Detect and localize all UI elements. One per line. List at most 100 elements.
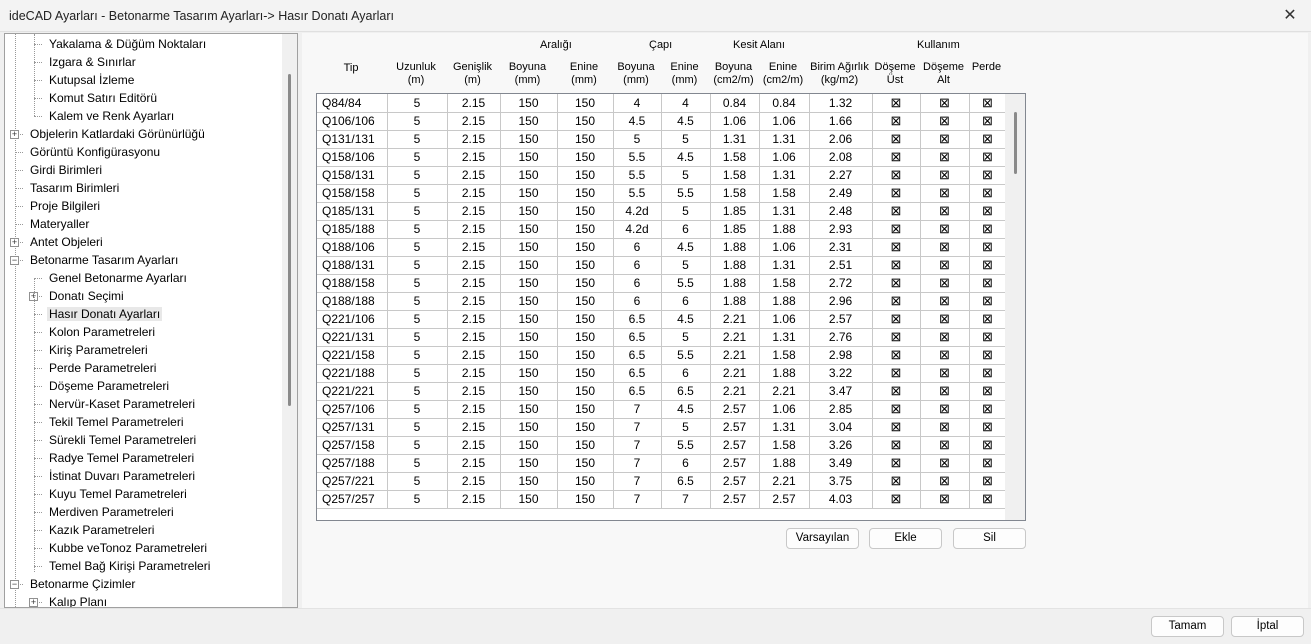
- usage-checkbox-icon[interactable]: ⊠: [872, 490, 921, 509]
- usage-checkbox-icon[interactable]: ⊠: [872, 418, 921, 437]
- tree-item[interactable]: Girdi Birimleri: [28, 161, 104, 179]
- table-row[interactable]: Q188/188 5 2.15 150 150 6 6 1.88 1.88 2.96 ⊠ ⊠ ⊠: [317, 292, 1007, 311]
- table-row[interactable]: Q84/84 5 2.15 150 150 4 4 0.84 0.84 1.32 ⊠ ⊠ ⊠: [317, 94, 1007, 113]
- tree-item[interactable]: Hasır Donatı Ayarları: [47, 305, 163, 323]
- usage-checkbox-icon[interactable]: ⊠: [872, 346, 921, 365]
- tree-item[interactable]: Sürekli Temel Parametreleri: [47, 431, 198, 449]
- usage-checkbox-icon[interactable]: ⊠: [872, 382, 921, 401]
- usage-checkbox-icon[interactable]: ⊠: [969, 220, 1007, 239]
- tree-item[interactable]: Objelerin Katlardaki Görünürlüğü: [28, 125, 207, 143]
- usage-checkbox-icon[interactable]: ⊠: [969, 472, 1007, 491]
- tree-item[interactable]: Kolon Parametreleri: [47, 323, 157, 341]
- table-row[interactable]: Q158/106 5 2.15 150 150 5.5 4.5 1.58 1.06 2.08 ⊠ ⊠ ⊠: [317, 148, 1007, 167]
- tree-scrollbar-thumb[interactable]: [288, 74, 291, 406]
- usage-checkbox-icon[interactable]: ⊠: [920, 328, 970, 347]
- settings-tree[interactable]: Yakalama & Düğüm Noktaları Izgara & Sınır…: [4, 33, 298, 608]
- usage-checkbox-icon[interactable]: ⊠: [969, 418, 1007, 437]
- tree-item[interactable]: Genel Betonarme Ayarları: [47, 269, 189, 287]
- tree-item[interactable]: Döşeme Parametreleri: [47, 377, 171, 395]
- usage-checkbox-icon[interactable]: ⊠: [872, 166, 921, 185]
- usage-checkbox-icon[interactable]: ⊠: [920, 346, 970, 365]
- table-scrollbar[interactable]: [1005, 94, 1025, 520]
- usage-checkbox-icon[interactable]: ⊠: [872, 256, 921, 275]
- usage-checkbox-icon[interactable]: ⊠: [872, 148, 921, 167]
- table-row[interactable]: Q221/158 5 2.15 150 150 6.5 5.5 2.21 1.58 2.98 ⊠ ⊠ ⊠: [317, 346, 1007, 365]
- usage-checkbox-icon[interactable]: ⊠: [920, 184, 970, 203]
- table-row[interactable]: Q158/131 5 2.15 150 150 5.5 5 1.58 1.31 2.27 ⊠ ⊠ ⊠: [317, 166, 1007, 185]
- usage-checkbox-icon[interactable]: ⊠: [969, 256, 1007, 275]
- usage-checkbox-icon[interactable]: ⊠: [872, 472, 921, 491]
- usage-checkbox-icon[interactable]: ⊠: [872, 274, 921, 293]
- tree-item[interactable]: Kiriş Parametreleri: [47, 341, 150, 359]
- usage-checkbox-icon[interactable]: ⊠: [969, 292, 1007, 311]
- table-row[interactable]: Q158/158 5 2.15 150 150 5.5 5.5 1.58 1.58 2.49 ⊠ ⊠ ⊠: [317, 184, 1007, 203]
- tree-item[interactable]: Kalıp Planı: [47, 593, 109, 607]
- table-row[interactable]: Q257/158 5 2.15 150 150 7 5.5 2.57 1.58 3.26 ⊠ ⊠ ⊠: [317, 436, 1007, 455]
- expand-icon[interactable]: +: [29, 598, 38, 607]
- usage-checkbox-icon[interactable]: ⊠: [872, 220, 921, 239]
- table-row[interactable]: Q221/106 5 2.15 150 150 6.5 4.5 2.21 1.06 2.57 ⊠ ⊠ ⊠: [317, 310, 1007, 329]
- tree-item[interactable]: Tasarım Birimleri: [28, 179, 121, 197]
- table-row[interactable]: Q257/257 5 2.15 150 150 7 7 2.57 2.57 4.03 ⊠ ⊠ ⊠: [317, 490, 1007, 509]
- usage-checkbox-icon[interactable]: ⊠: [872, 454, 921, 473]
- tree-item[interactable]: Kalem ve Renk Ayarları: [47, 107, 176, 125]
- table-row[interactable]: Q131/131 5 2.15 150 150 5 5 1.31 1.31 2.06 ⊠ ⊠ ⊠: [317, 130, 1007, 149]
- usage-checkbox-icon[interactable]: ⊠: [969, 94, 1007, 113]
- usage-checkbox-icon[interactable]: ⊠: [920, 364, 970, 383]
- tree-item[interactable]: Komut Satırı Editörü: [47, 89, 159, 107]
- tree-item[interactable]: Tekil Temel Parametreleri: [47, 413, 186, 431]
- expand-icon[interactable]: +: [10, 130, 19, 139]
- usage-checkbox-icon[interactable]: ⊠: [920, 130, 970, 149]
- table-row[interactable]: Q221/221 5 2.15 150 150 6.5 6.5 2.21 2.21 3.47 ⊠ ⊠ ⊠: [317, 382, 1007, 401]
- usage-checkbox-icon[interactable]: ⊠: [920, 274, 970, 293]
- usage-checkbox-icon[interactable]: ⊠: [872, 238, 921, 257]
- usage-checkbox-icon[interactable]: ⊠: [920, 112, 970, 131]
- usage-checkbox-icon[interactable]: ⊠: [920, 472, 970, 491]
- usage-checkbox-icon[interactable]: ⊠: [969, 364, 1007, 383]
- usage-checkbox-icon[interactable]: ⊠: [920, 436, 970, 455]
- table-scrollbar-thumb[interactable]: [1014, 112, 1017, 174]
- tree-item[interactable]: İstinat Duvarı Parametreleri: [47, 467, 197, 485]
- usage-checkbox-icon[interactable]: ⊠: [969, 166, 1007, 185]
- tree-item[interactable]: Temel Bağ Kirişi Parametreleri: [47, 557, 212, 575]
- usage-checkbox-icon[interactable]: ⊠: [920, 202, 970, 221]
- usage-checkbox-icon[interactable]: ⊠: [872, 436, 921, 455]
- usage-checkbox-icon[interactable]: ⊠: [872, 328, 921, 347]
- tree-item[interactable]: Kutupsal İzleme: [47, 71, 136, 89]
- mesh-table[interactable]: Q84/84 5 2.15 150 150 4 4 0.84 0.84 1.32 ⊠ ⊠ ⊠ Q106/1…: [316, 93, 1026, 521]
- usage-checkbox-icon[interactable]: ⊠: [969, 328, 1007, 347]
- usage-checkbox-icon[interactable]: ⊠: [969, 436, 1007, 455]
- tree-item[interactable]: Görüntü Konfigürasyonu: [28, 143, 162, 161]
- usage-checkbox-icon[interactable]: ⊠: [920, 454, 970, 473]
- tree-item[interactable]: Kuyu Temel Parametreleri: [47, 485, 189, 503]
- close-icon[interactable]: ✕: [1279, 5, 1301, 25]
- usage-checkbox-icon[interactable]: ⊠: [920, 166, 970, 185]
- usage-checkbox-icon[interactable]: ⊠: [872, 202, 921, 221]
- table-row[interactable]: Q257/106 5 2.15 150 150 7 4.5 2.57 1.06 2.85 ⊠ ⊠ ⊠: [317, 400, 1007, 419]
- expand-icon[interactable]: +: [10, 238, 19, 247]
- usage-checkbox-icon[interactable]: ⊠: [872, 310, 921, 329]
- tree-item[interactable]: Yakalama & Düğüm Noktaları: [47, 35, 208, 53]
- tree-item[interactable]: Proje Bilgileri: [28, 197, 102, 215]
- tree-item[interactable]: Merdiven Parametreleri: [47, 503, 176, 521]
- tree-scrollbar[interactable]: [282, 34, 297, 607]
- usage-checkbox-icon[interactable]: ⊠: [872, 292, 921, 311]
- usage-checkbox-icon[interactable]: ⊠: [872, 112, 921, 131]
- usage-checkbox-icon[interactable]: ⊠: [920, 256, 970, 275]
- usage-checkbox-icon[interactable]: ⊠: [872, 184, 921, 203]
- usage-checkbox-icon[interactable]: ⊠: [920, 490, 970, 509]
- table-row[interactable]: Q257/131 5 2.15 150 150 7 5 2.57 1.31 3.04 ⊠ ⊠ ⊠: [317, 418, 1007, 437]
- tree-item[interactable]: Kazık Parametreleri: [47, 521, 156, 539]
- tree-item[interactable]: Perde Parametreleri: [47, 359, 158, 377]
- tree-item[interactable]: Nervür-Kaset Parametreleri: [47, 395, 197, 413]
- usage-checkbox-icon[interactable]: ⊠: [920, 220, 970, 239]
- tree-item[interactable]: Izgara & Sınırlar: [47, 53, 138, 71]
- usage-checkbox-icon[interactable]: ⊠: [969, 382, 1007, 401]
- usage-checkbox-icon[interactable]: ⊠: [969, 400, 1007, 419]
- column-header[interactable]: Perde: [947, 61, 1027, 74]
- usage-checkbox-icon[interactable]: ⊠: [920, 94, 970, 113]
- usage-checkbox-icon[interactable]: ⊠: [920, 400, 970, 419]
- usage-checkbox-icon[interactable]: ⊠: [920, 148, 970, 167]
- usage-checkbox-icon[interactable]: ⊠: [872, 94, 921, 113]
- usage-checkbox-icon[interactable]: ⊠: [969, 238, 1007, 257]
